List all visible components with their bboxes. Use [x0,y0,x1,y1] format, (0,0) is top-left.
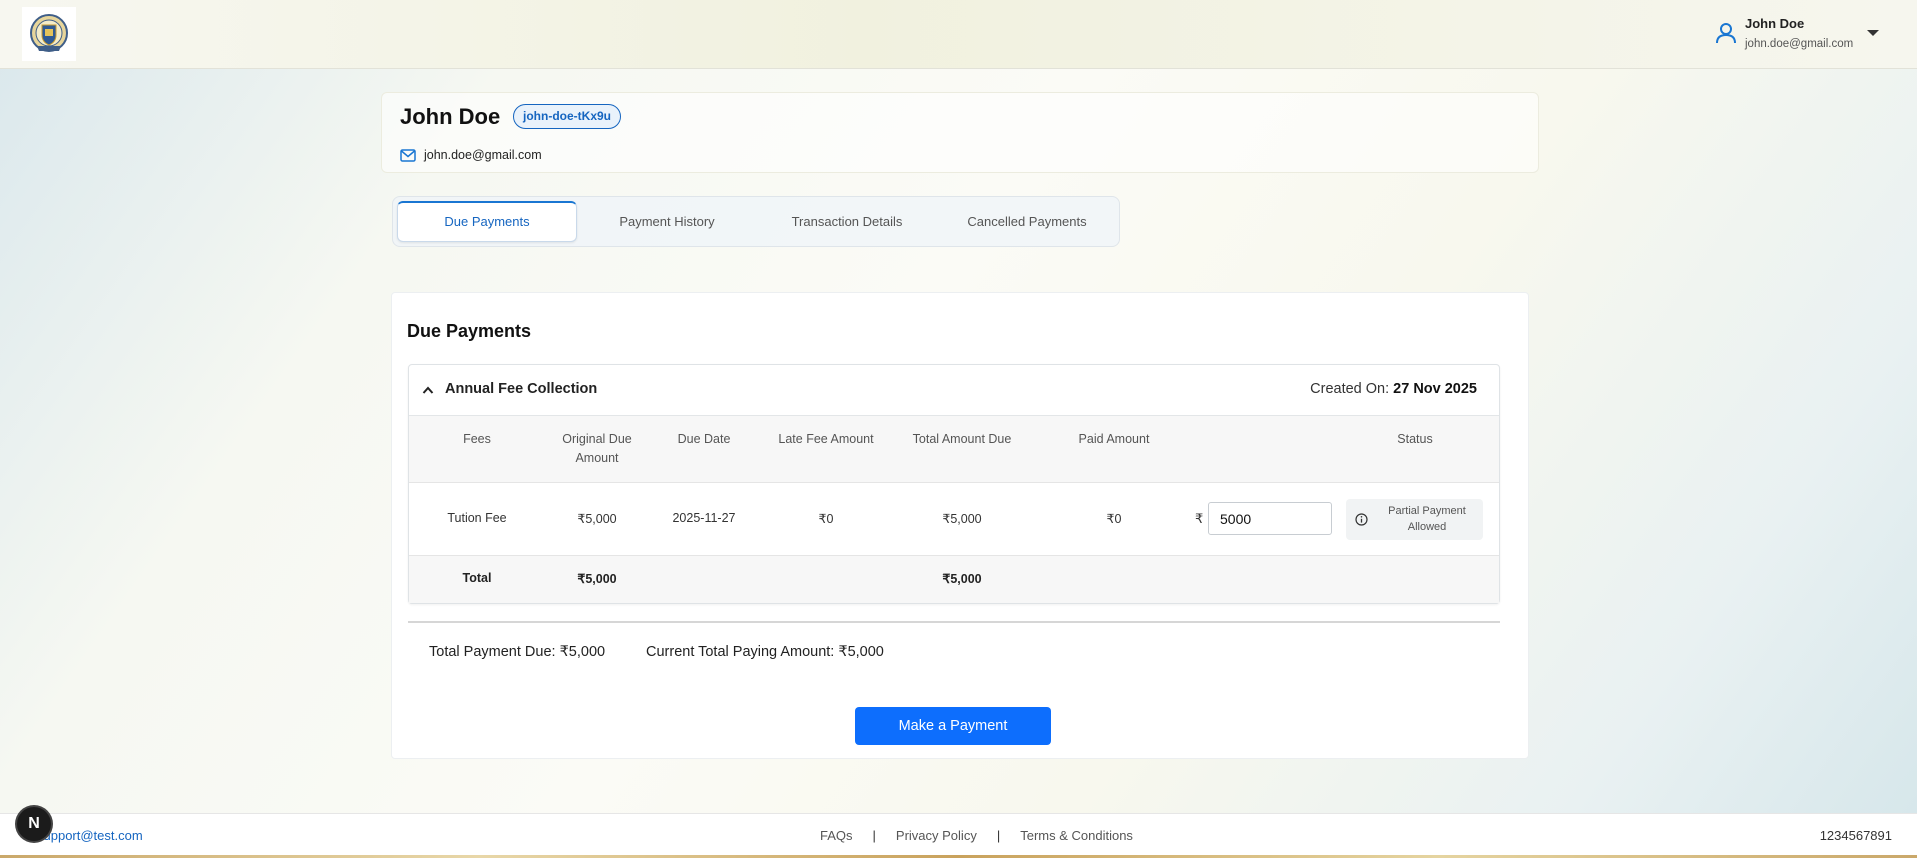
mail-icon [400,149,416,162]
table-header: Fees Original Due Amount Due Date Late F… [409,416,1499,483]
current-paying-amount: Current Total Paying Amount: ₹5,000 [646,644,884,660]
column-header-total-due: Total Amount Due [912,432,1012,446]
footer-links: FAQs | Privacy Policy | Terms & Conditions [820,828,1133,843]
column-header-original-due: Original Due Amount [562,432,632,465]
column-header-paid-amount: Paid Amount [1078,432,1150,446]
tab-transaction-details[interactable]: Transaction Details [757,201,937,242]
total-payment-due: Total Payment Due: ₹5,000 [429,644,606,660]
footer-separator: | [996,828,1001,843]
profile-card: John Doe john-doe-tKx9u john.doe@gmail.c… [381,92,1539,173]
status-badge: Partial Payment Allowed [1346,499,1483,540]
created-on-date: 27 Nov 2025 [1393,381,1477,397]
collection-header[interactable]: Annual Fee Collection Created On: 27 Nov … [409,365,1499,416]
paying-amount-input[interactable] [1208,502,1332,535]
total-amount-due: ₹5,000 [942,572,982,586]
dev-tools-button[interactable]: N [17,807,51,841]
footer-phone: 1234567891 [1819,828,1892,843]
tab-cancelled-payments[interactable]: Cancelled Payments [937,201,1117,242]
profile-slug-badge: john-doe-tKx9u [513,104,621,129]
user-icon [1716,23,1736,44]
make-payment-button[interactable]: Make a Payment [855,707,1051,745]
footer-link-faqs[interactable]: FAQs [820,828,853,843]
tab-payment-history[interactable]: Payment History [577,201,757,242]
section-title: Due Payments [407,321,532,341]
crest-icon [30,14,68,52]
collection-name: Annual Fee Collection [445,381,598,397]
column-header-status: Status [1397,432,1433,446]
status-text: Partial Payment Allowed [1388,505,1466,533]
caret-down-icon[interactable] [1867,30,1879,36]
cell-total-due: ₹5,000 [942,512,982,526]
header-user-name: John Doe [1745,16,1805,31]
school-logo[interactable] [22,7,76,61]
cell-fee-name: Tution Fee [447,511,507,525]
column-header-late-fee: Late Fee Amount [778,432,874,446]
cell-original-due: ₹5,000 [577,512,617,526]
currency-prefix: ₹ [1195,511,1204,526]
created-on: Created On: 27 Nov 2025 [1310,381,1477,397]
top-bar: John Doe john.doe@gmail.com [0,0,1917,69]
footer-link-terms[interactable]: Terms & Conditions [1020,828,1133,843]
profile-email: john.doe@gmail.com [424,148,542,162]
table-total-row: Total ₹5,000 ₹5,000 [409,556,1499,603]
footer-link-privacy-policy[interactable]: Privacy Policy [896,828,977,843]
footer: support@test.com FAQs | Privacy Policy | Ter… [0,813,1917,858]
divider [408,621,1500,623]
total-label: Total [462,571,492,585]
cell-late-fee: ₹0 [818,512,834,526]
header-user-email: john.doe@gmail.com [1745,38,1854,50]
column-header-fees: Fees [463,432,491,446]
footer-separator: | [872,828,876,843]
info-icon [1355,513,1368,526]
cell-due-date: 2025-11-27 [672,511,736,525]
total-original-due: ₹5,000 [577,572,617,586]
profile-name: John Doe [400,104,501,129]
cell-paid-amount: ₹0 [1106,512,1122,526]
footer-support-email-link[interactable]: support@test.com [37,828,143,843]
created-on-label: Created On: [1310,381,1390,397]
chevron-up-icon[interactable] [422,385,434,395]
fee-collection-panel: Annual Fee Collection Created On: 27 Nov … [408,364,1500,604]
tab-due-payments[interactable]: Due Payments [397,201,577,242]
table-row: Tution Fee ₹5,000 2025-11-27 ₹0 ₹5,000 ₹… [409,483,1499,556]
column-header-due-date: Due Date [677,432,731,446]
due-payments-card: Due Payments Annual Fee Collection Creat… [391,292,1529,759]
payment-tabs: Due Payments Payment History Transaction… [392,196,1120,247]
